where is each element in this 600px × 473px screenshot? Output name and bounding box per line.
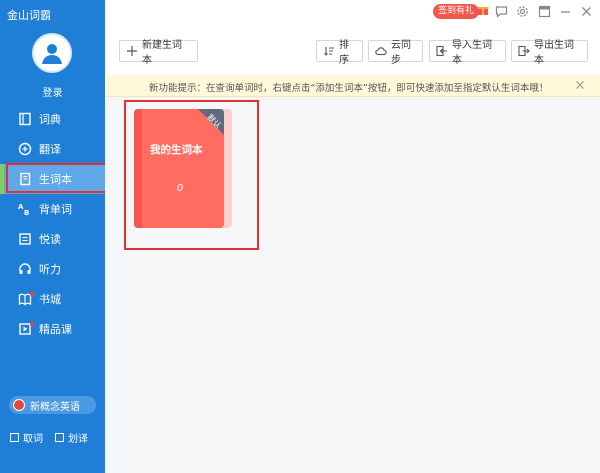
dictionary-icon <box>18 112 32 126</box>
wordbook-grid: 默认 我的生词本 0 <box>105 97 600 473</box>
checkbox-label: 取词 <box>23 434 43 445</box>
book-spine <box>134 109 142 228</box>
avatar[interactable] <box>32 33 72 73</box>
sidebar-item-course[interactable]: 精品课 <box>0 314 105 344</box>
cloud-icon <box>375 45 387 57</box>
sort-icon <box>323 45 335 57</box>
wordbook-card[interactable]: 默认 我的生词本 0 <box>134 109 232 228</box>
sidebar-item-label: 生词本 <box>39 173 72 186</box>
wordbook-toolbar: 新建生词本 排序 云同步 导入生词本 导出生词本 <box>105 40 600 66</box>
login-link[interactable]: 登录 <box>0 84 105 99</box>
wordbook-title: 我的生词本 <box>150 144 203 156</box>
sort-button[interactable]: 排序 <box>316 40 363 66</box>
sidebar-item-label: 书城 <box>39 293 61 306</box>
ncb-logo-icon <box>13 399 25 411</box>
notification-dot <box>30 292 34 296</box>
sidebar: 金山词霸 登录 词典 翻译 生词本 AB 背单词 悦读 听力 书城 精品课 新概… <box>0 0 105 473</box>
reading-icon <box>18 232 32 246</box>
checkbox-box[interactable] <box>55 433 64 442</box>
gear-icon[interactable] <box>515 4 529 18</box>
new-wordbook-button[interactable]: 新建生词本 <box>119 40 198 66</box>
sidebar-item-listening[interactable]: 听力 <box>0 254 105 284</box>
sidebar-item-label: 背单词 <box>39 203 72 216</box>
sidebar-item-label: 翻译 <box>39 143 61 156</box>
close-icon[interactable] <box>579 4 593 18</box>
cloud-sync-label: 云同步 <box>391 40 411 66</box>
export-icon <box>518 45 530 57</box>
import-wordbook-button[interactable]: 导入生词本 <box>429 40 506 66</box>
notice-text: 新功能提示：在查询单词时，右键点击“添加生词本”按钮，即可快速添加至指定默认生词… <box>149 83 549 94</box>
svg-text:B: B <box>24 209 29 216</box>
book-cover: 默认 我的生词本 0 <box>134 109 224 228</box>
user-icon <box>42 44 62 64</box>
memorize-icon: AB <box>18 202 32 216</box>
feedback-icon[interactable] <box>494 4 508 18</box>
window-topbar: 签到有礼 <box>105 0 600 28</box>
sidebar-item-label: 词典 <box>39 113 61 126</box>
export-label: 导出生词本 <box>534 40 574 66</box>
ncb-label: 新概念英语 <box>30 401 80 413</box>
sidebar-item-memorize[interactable]: AB 背单词 <box>0 194 105 224</box>
import-icon <box>436 45 448 57</box>
sort-label: 排序 <box>339 40 349 66</box>
course-icon <box>18 322 34 336</box>
sidebar-item-reading[interactable]: 悦读 <box>0 224 105 254</box>
selection-translate-checkbox[interactable]: 划译 <box>55 430 88 445</box>
word-capture-checkbox[interactable]: 取词 <box>10 430 43 445</box>
sidebar-item-dictionary[interactable]: 词典 <box>0 104 105 134</box>
gift-icon[interactable] <box>477 4 489 16</box>
bookstore-icon <box>18 292 34 306</box>
sidebar-item-bookstore[interactable]: 书城 <box>0 284 105 314</box>
mini-mode-icon[interactable] <box>537 4 551 18</box>
sidebar-item-label: 悦读 <box>39 233 61 246</box>
feature-notice-bar: 新功能提示：在查询单词时，右键点击“添加生词本”按钮，即可快速添加至指定默认生词… <box>105 75 600 97</box>
notification-dot <box>30 322 34 326</box>
import-label: 导入生词本 <box>452 40 492 66</box>
sidebar-item-label: 精品课 <box>39 323 72 336</box>
sidebar-checkboxes: 取词 划译 <box>10 430 88 445</box>
sidebar-item-label: 听力 <box>39 263 61 276</box>
cloud-sync-button[interactable]: 云同步 <box>368 40 423 66</box>
sidebar-item-wordbook[interactable]: 生词本 <box>0 164 105 194</box>
translate-icon <box>18 142 32 156</box>
wordbook-icon <box>18 172 32 186</box>
export-wordbook-button[interactable]: 导出生词本 <box>511 40 588 66</box>
app-title: 金山词霸 <box>7 9 51 22</box>
new-wordbook-label: 新建生词本 <box>142 40 182 66</box>
checkbox-label: 划译 <box>68 434 88 445</box>
sidebar-nav: 词典 翻译 生词本 AB 背单词 悦读 听力 书城 精品课 <box>0 104 105 344</box>
notice-close-icon[interactable] <box>574 79 586 91</box>
checkbox-box[interactable] <box>10 433 19 442</box>
plus-icon <box>126 45 138 57</box>
sidebar-item-translate[interactable]: 翻译 <box>0 134 105 164</box>
signin-gift-button[interactable]: 签到有礼 <box>433 4 480 19</box>
wordbook-word-count: 0 <box>176 183 184 194</box>
headphones-icon <box>18 262 32 276</box>
minimize-icon[interactable] <box>558 4 572 18</box>
new-concept-english-button[interactable]: 新概念英语 <box>9 396 96 414</box>
